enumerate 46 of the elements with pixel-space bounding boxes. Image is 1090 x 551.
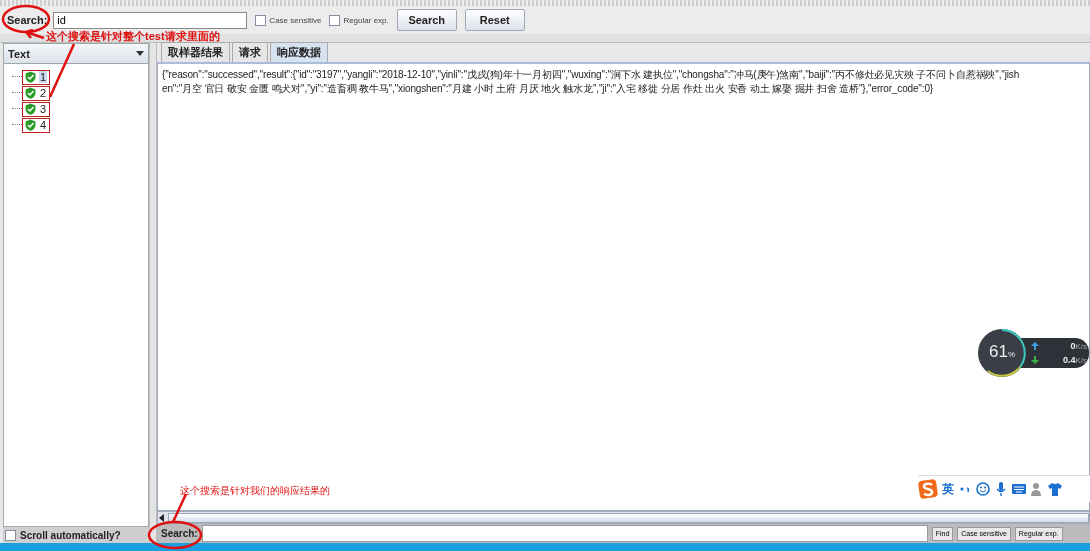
annotation-text: 这个搜索是针对我们的响应结果的 <box>180 484 330 498</box>
tab[interactable]: 请求 <box>232 42 268 62</box>
shield-check-icon <box>25 71 36 83</box>
shield-check-icon <box>25 87 36 99</box>
tree-item[interactable]: 2 <box>22 85 51 101</box>
tab[interactable]: 取样器结果 <box>161 42 230 62</box>
search-label: Search: <box>161 528 198 539</box>
search-field[interactable] <box>201 525 928 542</box>
caret-icon <box>136 51 144 56</box>
renderer-dropdown[interactable]: Text <box>3 43 149 64</box>
tree-item[interactable]: 3 <box>22 101 51 117</box>
toolbar-button[interactable]: Search <box>396 9 457 31</box>
highlight-ellipse <box>147 520 203 550</box>
gauge-ring-icon <box>976 327 1028 379</box>
checkbox-label: Regular exp. <box>343 15 389 25</box>
tree-item[interactable]: 4 <box>22 117 51 133</box>
horizontal-scrollbar[interactable] <box>157 511 1090 524</box>
annotation-arrow <box>24 28 46 40</box>
tree-item[interactable]: 1 <box>22 69 51 85</box>
user-icon <box>1030 481 1044 497</box>
cpu-percent: 61% <box>989 342 1015 363</box>
input-mode-toggle[interactable]: 英 <box>942 480 954 498</box>
checkbox[interactable] <box>5 529 16 541</box>
annotation-line <box>48 43 76 98</box>
toolbar-button[interactable]: Reset <box>464 9 525 31</box>
annotation-text: 这个搜索是针对整个test请求里面的 <box>46 29 220 44</box>
microphone-icon <box>994 481 1008 497</box>
keyboard-icon <box>1012 481 1026 497</box>
shield-check-icon <box>25 119 36 131</box>
smiley-icon <box>976 481 990 497</box>
search-label: Search: <box>7 14 48 26</box>
upload-arrow-icon <box>1031 342 1039 350</box>
download-arrow-icon <box>1031 356 1039 364</box>
checkbox-label: Case sensitive <box>269 15 322 25</box>
transfer-rate: 0K/s <box>1070 341 1087 351</box>
shield-check-icon <box>25 103 36 115</box>
tab[interactable]: 响应数据 <box>270 42 328 62</box>
shirt-icon <box>1048 481 1062 497</box>
checkbox[interactable] <box>255 14 267 26</box>
checkbox[interactable] <box>329 14 341 26</box>
annotation-line <box>171 493 188 523</box>
transfer-rate: 0.4K/s <box>1062 355 1087 365</box>
checkbox-label: Scroll automatically? <box>20 529 121 541</box>
response-text-line: en":"月空 官日 敬安 金匮 鸣犬对","yi":"造畜稠 教牛马","xiongshen":"月建 小时 土府 月厌 地火 触水龙","ji":"入宅 移徙 分居 作灶 出火 安香 动土 嫁娶 掘井 扫舍 造桥"},"error_code":0} <box>162 82 934 96</box>
search-field[interactable]: id <box>53 11 248 29</box>
response-text-line: {"reason":"successed","result":{"id":"3197","yangli":"2018-12-10","yinli":"戊戌(狗)年十一月初四","wuxing":"涧下水 建执位","chongsha":"冲马(庚午)煞南","baiji":"丙不修灶必见灾殃 子不问卜自惹祸殃","jish <box>162 68 1021 82</box>
